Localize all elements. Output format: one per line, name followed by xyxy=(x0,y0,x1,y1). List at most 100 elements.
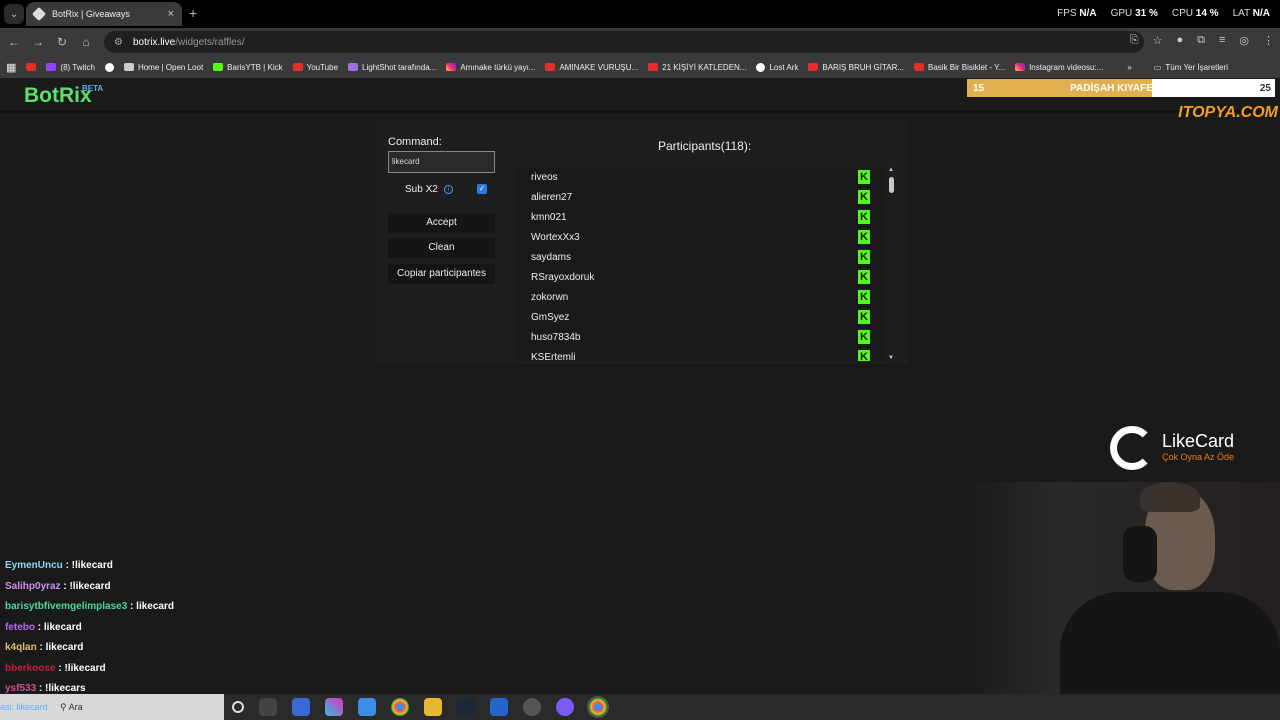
obs-icon[interactable] xyxy=(523,698,541,716)
openloot-icon xyxy=(123,63,134,71)
participant-name: WortexXx3 xyxy=(531,231,580,243)
bookmark-item[interactable] xyxy=(104,62,114,72)
chat-text: : !likecars xyxy=(36,683,86,694)
bookmark-item[interactable]: AMINAKE VURUŞU... xyxy=(545,63,638,72)
participant-name: kmn021 xyxy=(531,211,567,223)
extensions-icon[interactable]: ⧉ xyxy=(1197,34,1205,47)
chat-text: : !likecard xyxy=(55,662,106,674)
kick-icon xyxy=(213,63,224,71)
command-label: Command: xyxy=(388,136,442,148)
likecard-tagline: Çok Oyna Az Öde xyxy=(1162,452,1235,462)
tab-close-icon[interactable]: × xyxy=(168,8,174,20)
participant-name: zokorwn xyxy=(531,291,569,303)
profile-extension-icon[interactable]: ● xyxy=(1176,34,1183,47)
all-bookmarks-folder[interactable]: ▭ Tüm Yer İşaretleri xyxy=(1154,63,1228,72)
participants-scrollbar[interactable]: ▲ ▼ xyxy=(887,167,896,361)
clean-button[interactable]: Clean xyxy=(388,238,495,258)
chat-message: bberkoose : !likecard xyxy=(5,663,174,684)
participants-list[interactable]: riveos Kalieren27 Kkmn021 K WortexXx3 Ksaydam… xyxy=(516,167,885,361)
back-icon[interactable]: ← xyxy=(2,35,26,49)
kick-icon: K xyxy=(858,350,870,361)
new-tab-button[interactable]: + xyxy=(189,5,197,21)
botrix-logo[interactable]: BotRix BETA xyxy=(24,84,103,108)
chrome-active-icon[interactable] xyxy=(587,696,609,718)
bookmark-item[interactable]: Home | Open Loot xyxy=(123,63,203,72)
bookmark-item[interactable]: BARIŞ BRUH GİTAR... xyxy=(808,63,904,72)
chat-message: EymenUncu : !likecard xyxy=(5,560,174,581)
file-explorer-icon[interactable] xyxy=(424,698,442,716)
goal-current: 15 xyxy=(973,82,985,94)
command-input[interactable]: likecard xyxy=(388,151,495,173)
scroll-down-icon[interactable]: ▼ xyxy=(888,355,894,361)
stat-lat: LAT N/A xyxy=(1232,8,1270,19)
chat-text: : likecard xyxy=(36,642,84,653)
folder-icon: ▭ xyxy=(1153,62,1162,72)
scrollbar-thumb[interactable] xyxy=(889,177,894,193)
bookmark-item[interactable]: 21 KİŞİYİ KATLEDEN... xyxy=(648,63,746,72)
taskbar-search[interactable]: asi: likecard ⚲ Ara xyxy=(0,694,224,720)
chat-username: ysf533 xyxy=(5,683,37,694)
scroll-up-icon[interactable]: ▲ xyxy=(888,167,894,173)
tab-botrix[interactable]: BotRix | Giveaways × xyxy=(26,2,182,26)
bookmark-item[interactable]: Lost Ark xyxy=(756,62,798,72)
lostark-icon xyxy=(756,62,766,72)
address-bar[interactable]: ⚙ botrix.live/widgets/raffles/ xyxy=(104,31,1144,53)
kick-icon: K xyxy=(858,290,870,304)
kick-icon: K xyxy=(858,250,870,264)
media-icon[interactable]: ≡ xyxy=(1219,34,1225,47)
cortana-icon[interactable] xyxy=(232,701,244,713)
copilot-icon[interactable] xyxy=(325,698,343,716)
likecard-c-icon xyxy=(1110,426,1154,470)
bookmark-item[interactable]: YouTube xyxy=(292,63,338,72)
chat-username: Salihp0yraz xyxy=(5,580,61,592)
instagram-icon xyxy=(1015,63,1026,71)
steam-icon[interactable] xyxy=(457,698,475,716)
task-view-icon[interactable] xyxy=(259,698,277,716)
accept-button[interactable]: Accept xyxy=(388,213,495,233)
participants-title: Participants(118): xyxy=(658,139,752,153)
google-icon xyxy=(104,62,114,72)
info-icon[interactable]: i xyxy=(443,185,453,194)
discord-icon[interactable] xyxy=(556,698,574,716)
bookmark-item[interactable]: Amınake türkü yayı... xyxy=(446,63,535,72)
bookmarks-more-button[interactable]: » xyxy=(1127,63,1131,72)
sub-x2-checkbox[interactable]: ✓ xyxy=(477,184,487,194)
chat-message: fetebo : likecard xyxy=(5,622,174,643)
forward-icon[interactable]: → xyxy=(26,35,50,49)
likecard-logo: LikeCard Çok Oyna Az Öde xyxy=(1110,426,1270,474)
twitch-icon xyxy=(46,63,57,71)
url-path: /widgets/raffles/ xyxy=(175,36,245,48)
bookmark-item[interactable]: (8) Twitch xyxy=(46,63,95,72)
bookmark-item[interactable] xyxy=(26,63,37,71)
participant-row: kmn021 K xyxy=(516,207,885,227)
menu-icon[interactable]: ⋮ xyxy=(1263,34,1274,47)
reload-icon[interactable]: ↻ xyxy=(50,35,74,49)
search-icon: ⚲ xyxy=(60,702,67,712)
translate-icon[interactable]: ⎘ xyxy=(1130,34,1139,47)
bookmark-item[interactable]: Basik Bir Bisiklet - Y... xyxy=(914,63,1005,72)
youtube-icon xyxy=(648,63,659,71)
bookmark-item[interactable]: LightShot tarafında... xyxy=(348,63,436,72)
bookmark-star-icon[interactable]: ☆ xyxy=(1153,34,1163,47)
chrome-icon[interactable] xyxy=(391,698,409,716)
chat-username: EymenUncu xyxy=(5,560,63,571)
sub-x2-label: Sub X2 xyxy=(405,184,438,195)
tab-search-button[interactable]: ⌄ xyxy=(4,4,24,24)
bookmark-item[interactable]: Instagram videosu:... xyxy=(1015,63,1103,72)
taskbar: asi: likecard ⚲ Ara xyxy=(0,694,1280,720)
site-info-icon[interactable]: ⚙ xyxy=(114,37,123,48)
youtube-icon xyxy=(26,63,37,71)
participant-row: KSErtemli K xyxy=(516,347,885,361)
bookmark-item[interactable]: BarisYTB | Kick xyxy=(213,63,283,72)
participant-name: KSErtemli xyxy=(531,351,576,362)
beta-badge: BETA xyxy=(82,84,104,93)
copy-participants-button[interactable]: Copiar participantes xyxy=(388,264,495,284)
account-icon[interactable]: ◎ xyxy=(1239,34,1249,47)
home-icon[interactable]: ⌂ xyxy=(74,35,98,49)
app-icon[interactable] xyxy=(292,698,310,716)
apps-icon[interactable]: ▦ xyxy=(6,61,16,74)
chat-username: k4qlan xyxy=(5,642,37,653)
app-icon-2[interactable] xyxy=(490,698,508,716)
store-icon[interactable] xyxy=(358,698,376,716)
url-host: botrix.live xyxy=(132,36,176,48)
